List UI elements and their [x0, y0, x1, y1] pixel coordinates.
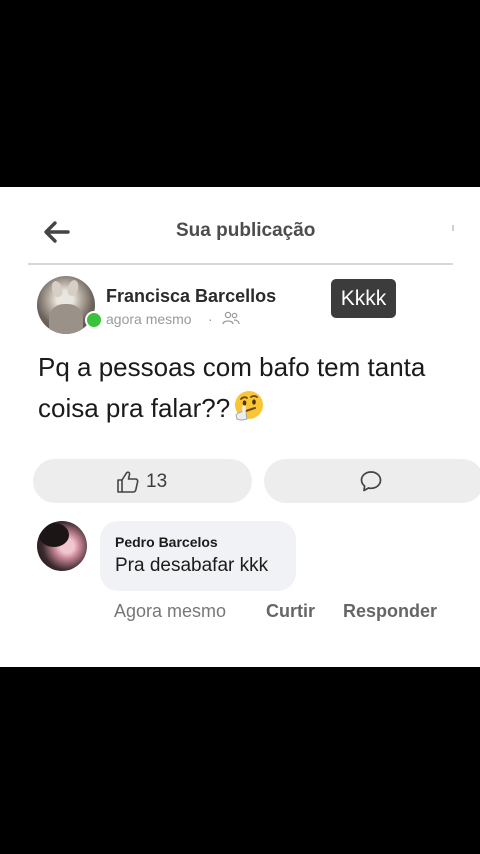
comment-like-button[interactable]: Curtir	[266, 601, 315, 622]
header: Sua publicação	[0, 187, 480, 267]
post-screen: Sua publicação Francisca Barcellos agora…	[0, 187, 480, 667]
thumbs-up-icon	[117, 471, 139, 493]
friends-icon	[222, 311, 240, 325]
commenter-name[interactable]: Pedro Barcelos	[115, 534, 218, 550]
like-button[interactable]: 13	[33, 459, 252, 503]
post-text: Pq a pessoas com bafo tem tanta coisa pr…	[38, 347, 458, 429]
online-status-dot	[85, 311, 103, 329]
like-count: 13	[146, 471, 168, 492]
edge-mark	[452, 225, 454, 231]
comment-text: Pra desabafar kkk	[115, 555, 269, 576]
overlay-caption: Kkkk	[331, 279, 396, 318]
comment-timestamp: Agora mesmo	[114, 601, 227, 621]
commenter-avatar[interactable]	[37, 521, 87, 571]
comment-button[interactable]	[264, 459, 480, 503]
comment-icon	[360, 471, 382, 492]
back-arrow-icon[interactable]	[40, 217, 74, 247]
meta-separator: ·	[208, 311, 213, 327]
comment-bubble: Pedro Barcelos Pra desabafar kkk	[100, 521, 296, 591]
thinking-face-emoji-icon	[235, 391, 264, 421]
post-author-name[interactable]: Francisca Barcellos	[106, 286, 276, 307]
comment-reply-button[interactable]: Responder	[343, 601, 437, 622]
header-divider	[28, 263, 453, 265]
post-timestamp: agora mesmo	[106, 311, 192, 327]
page-title: Sua publicação	[176, 220, 316, 241]
